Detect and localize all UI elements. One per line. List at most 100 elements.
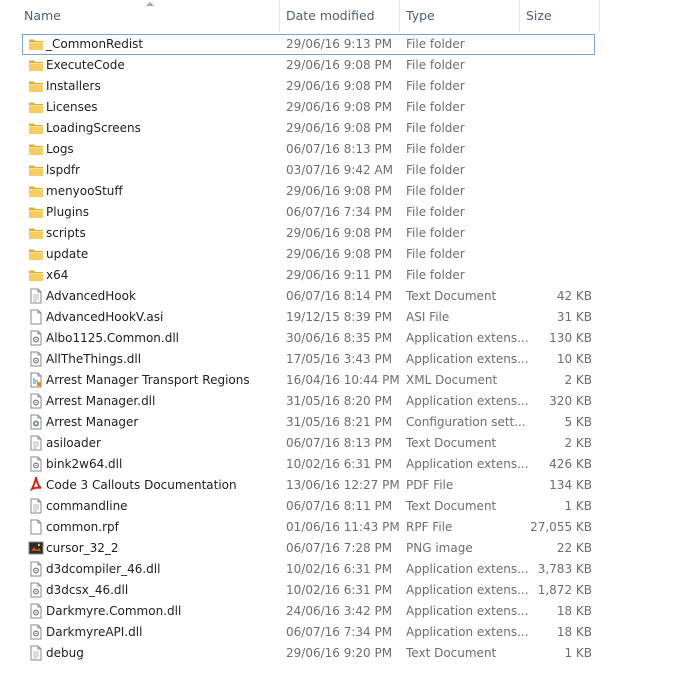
file-date-modified: 10/02/16 6:31 PM: [286, 583, 393, 597]
file-type: Text Document: [406, 289, 497, 303]
file-size: 5 KB: [564, 415, 592, 429]
file-size: 27,055 KB: [530, 520, 592, 534]
file-name: Darkmyre.Common.dll: [46, 604, 182, 618]
file-row[interactable]: ExecuteCode 29/06/16 9:08 PM File folder: [22, 55, 595, 76]
pdf-file-icon: [28, 474, 44, 493]
column-divider[interactable]: [399, 0, 400, 32]
column-divider[interactable]: [279, 0, 280, 32]
file-type: File folder: [406, 247, 465, 261]
file-name: Albo1125.Common.dll: [46, 331, 180, 345]
file-row[interactable]: commandline 06/07/16 8:11 PM Text Document…: [22, 496, 595, 517]
folder-icon: [28, 99, 44, 115]
file-row[interactable]: Albo1125.Common.dll 30/06/16 8:35 PM Appli…: [22, 328, 595, 349]
file-date-modified: 29/06/16 9:11 PM: [286, 268, 393, 282]
file-row[interactable]: d3dcsx_46.dll 10/02/16 6:31 PM Application…: [22, 580, 595, 601]
file-date-modified: 10/02/16 6:31 PM: [286, 562, 393, 576]
file-name: cursor_32_2: [46, 541, 119, 555]
file-row[interactable]: Arrest Manager 31/05/16 8:21 PM Configurat…: [22, 412, 595, 433]
file-type: Application extens...: [406, 583, 529, 597]
file-type: PNG image: [406, 541, 473, 555]
file-row[interactable]: x64 29/06/16 9:11 PM File folder: [22, 265, 595, 286]
file-date-modified: 06/07/16 8:11 PM: [286, 499, 393, 513]
file-row[interactable]: menyooStuff 29/06/16 9:08 PM File folder: [22, 181, 595, 202]
folder-icon: [28, 57, 44, 73]
file-date-modified: 29/06/16 9:13 PM: [286, 37, 393, 51]
file-size: 3,783 KB: [537, 562, 592, 576]
file-name: lspdfr: [46, 163, 80, 177]
file-row[interactable]: AdvancedHookV.asi 19/12/15 8:39 PM ASI Fil…: [22, 307, 595, 328]
dll-file-icon: [28, 603, 44, 619]
file-row[interactable]: LoadingScreens 29/06/16 9:08 PM File folde…: [22, 118, 595, 139]
file-row[interactable]: _CommonRedist 29/06/16 9:13 PM File folder: [22, 34, 595, 55]
file-type: Application extens...: [406, 562, 529, 576]
file-name: AdvancedHook: [46, 289, 136, 303]
file-size: 1,872 KB: [537, 583, 592, 597]
file-size: 1 KB: [564, 646, 592, 660]
file-name: Arrest Manager Transport Regions: [46, 373, 250, 387]
file-name: menyooStuff: [46, 184, 123, 198]
file-type: XML Document: [406, 373, 498, 387]
file-name: AllTheThings.dll: [46, 352, 142, 366]
file-type: ASI File: [406, 310, 450, 324]
file-name: ExecuteCode: [46, 58, 125, 72]
file-type: Configuration sett...: [406, 415, 526, 429]
folder-icon: [28, 78, 44, 94]
file-size: 134 KB: [549, 478, 592, 492]
file-size: 1 KB: [564, 499, 592, 513]
column-header-date-modified[interactable]: Date modified: [286, 0, 375, 32]
file-date-modified: 01/06/16 11:43 PM: [286, 520, 400, 534]
file-type: File folder: [406, 184, 465, 198]
file-row[interactable]: Arrest Manager.dll 31/05/16 8:20 PM Applic…: [22, 391, 595, 412]
file-name: Installers: [46, 79, 101, 93]
file-row[interactable]: debug 29/06/16 9:20 PM Text Document 1 KB: [22, 643, 595, 664]
file-type: Application extens...: [406, 352, 529, 366]
file-row[interactable]: AdvancedHook 06/07/16 8:14 PM Text Documen…: [22, 286, 595, 307]
file-row[interactable]: update 29/06/16 9:08 PM File folder: [22, 244, 595, 265]
file-date-modified: 24/06/16 3:42 PM: [286, 604, 393, 618]
file-size: 31 KB: [556, 310, 592, 324]
file-date-modified: 13/06/16 12:27 PM: [286, 478, 400, 492]
column-divider[interactable]: [599, 0, 600, 32]
file-row[interactable]: lspdfr 03/07/16 9:42 AM File folder: [22, 160, 595, 181]
folder-icon: [28, 120, 44, 136]
file-row[interactable]: Logs 06/07/16 8:13 PM File folder: [22, 139, 595, 160]
file-row[interactable]: Darkmyre.Common.dll 24/06/16 3:42 PM Appli…: [22, 601, 595, 622]
file-row[interactable]: Plugins 06/07/16 7:34 PM File folder: [22, 202, 595, 223]
blank-file-icon: [28, 309, 44, 325]
folder-icon: [28, 183, 44, 199]
file-date-modified: 29/06/16 9:08 PM: [286, 100, 393, 114]
file-row[interactable]: scripts 29/06/16 9:08 PM File folder: [22, 223, 595, 244]
file-type: File folder: [406, 205, 465, 219]
file-date-modified: 29/06/16 9:08 PM: [286, 58, 393, 72]
file-type: Application extens...: [406, 331, 529, 345]
file-row[interactable]: Installers 29/06/16 9:08 PM File folder: [22, 76, 595, 97]
column-header-type[interactable]: Type: [406, 0, 435, 32]
file-row[interactable]: Code 3 Callouts Documentation 13/06/16 12…: [22, 474, 595, 496]
file-row[interactable]: d3dcompiler_46.dll 10/02/16 6:31 PM Applic…: [22, 559, 595, 580]
file-size: 2 KB: [564, 436, 592, 450]
file-row[interactable]: bink2w64.dll 10/02/16 6:31 PM Application …: [22, 454, 595, 475]
file-row[interactable]: Arrest Manager Transport Regions 16/04/16…: [22, 370, 595, 391]
column-header-bar: Name Date modified Type Size: [0, 0, 600, 32]
column-header-size[interactable]: Size: [526, 0, 552, 32]
file-type: Text Document: [406, 436, 497, 450]
file-type: Application extens...: [406, 604, 529, 618]
dll-file-icon: [28, 456, 44, 472]
folder-icon: [28, 141, 44, 157]
file-row[interactable]: AllTheThings.dll 17/05/16 3:43 PM Applicat…: [22, 349, 595, 370]
file-size: 22 KB: [556, 541, 592, 555]
file-row[interactable]: DarkmyreAPI.dll 06/07/16 7:34 PM Applicati…: [22, 622, 595, 643]
file-date-modified: 29/06/16 9:20 PM: [286, 646, 393, 660]
file-size: 426 KB: [549, 457, 592, 471]
column-divider[interactable]: [519, 0, 520, 32]
file-name: common.rpf: [46, 520, 119, 534]
file-row[interactable]: cursor_32_2 06/07/16 7:28 PM PNG image 22 K…: [22, 538, 595, 559]
file-date-modified: 06/07/16 7:34 PM: [286, 205, 393, 219]
sort-ascending-icon: [146, 2, 154, 6]
file-row[interactable]: common.rpf 01/06/16 11:43 PM RPF File 27,05…: [22, 517, 595, 538]
file-row[interactable]: Licenses 29/06/16 9:08 PM File folder: [22, 97, 595, 118]
file-name: Arrest Manager: [46, 415, 139, 429]
file-row[interactable]: asiloader 06/07/16 8:13 PM Text Document 2 …: [22, 433, 595, 454]
column-header-name[interactable]: Name: [24, 0, 61, 32]
file-date-modified: 06/07/16 8:13 PM: [286, 142, 393, 156]
